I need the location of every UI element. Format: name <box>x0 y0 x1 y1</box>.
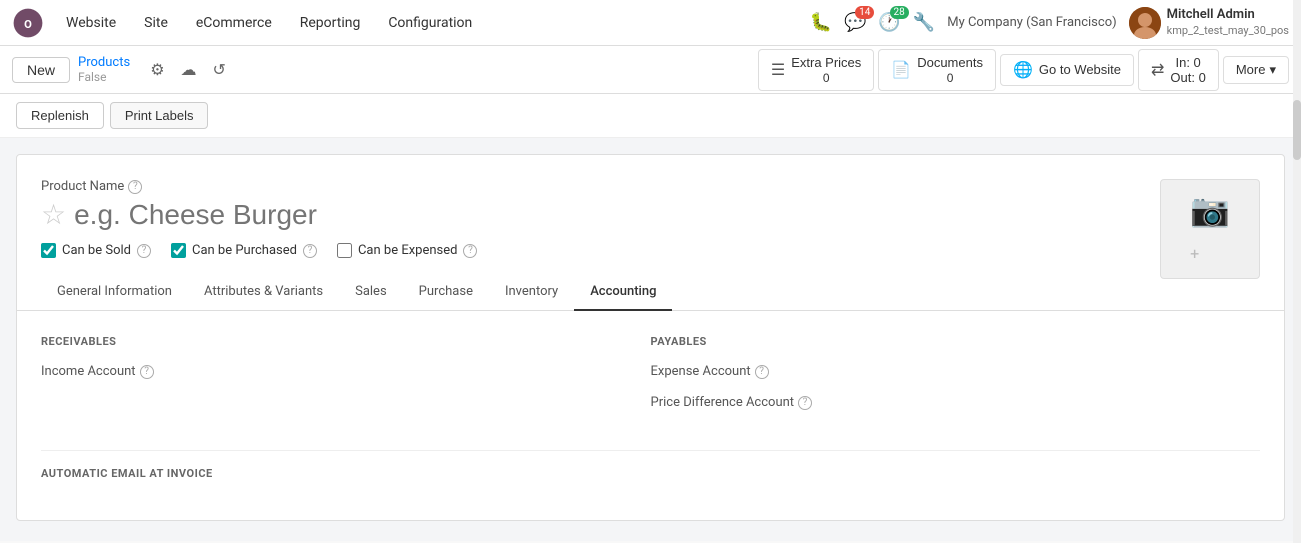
can-be-sold-checkbox[interactable] <box>41 243 56 258</box>
documents-button[interactable]: 📄 Documents 0 <box>878 49 996 91</box>
undo-icon[interactable]: ↺ <box>209 56 230 83</box>
cloud-icon[interactable]: ☁ <box>177 56 201 83</box>
tab-attributes[interactable]: Attributes & Variants <box>188 274 339 311</box>
replenish-button[interactable]: Replenish <box>16 102 104 129</box>
tab-accounting[interactable]: Accounting <box>574 274 672 311</box>
favorite-star-icon[interactable]: ☆ <box>41 198 66 231</box>
accounting-tab-content: RECEIVABLES Income Account ? PAYABLES Ex… <box>41 311 1260 480</box>
settings-icon[interactable]: ⚙ <box>146 56 168 83</box>
in-out-button[interactable]: ⇄ In: 0 Out: 0 <box>1138 49 1219 91</box>
auto-email-title: AUTOMATIC EMAIL AT INVOICE <box>41 467 1260 480</box>
main-content: 📷+ Product Name ? ☆ EN Can be Sold ? Can… <box>0 138 1301 541</box>
user-name: Mitchell Admin <box>1167 7 1289 24</box>
tab-purchase[interactable]: Purchase <box>403 274 489 311</box>
expense-account-help-icon[interactable]: ? <box>755 365 769 379</box>
can-be-expensed-help-icon[interactable]: ? <box>463 244 477 258</box>
product-name-help-icon[interactable]: ? <box>128 180 142 194</box>
user-details: Mitchell Admin kmp_2_test_may_30_pos <box>1167 7 1289 38</box>
chevron-down-icon: ▾ <box>1269 62 1276 78</box>
can-be-purchased-help-icon[interactable]: ? <box>303 244 317 258</box>
chat-badge: 14 <box>855 6 874 19</box>
can-be-sold-field: Can be Sold ? <box>41 243 151 258</box>
product-tabs: General Information Attributes & Variant… <box>17 274 1284 311</box>
in-out-label: In: 0 Out: 0 <box>1170 55 1205 85</box>
new-button[interactable]: New <box>12 57 70 83</box>
product-name-label: Product Name ? <box>41 179 1260 194</box>
can-be-sold-label: Can be Sold <box>62 243 131 258</box>
nav-ecommerce[interactable]: eCommerce <box>182 0 286 46</box>
nav-site[interactable]: Site <box>130 0 182 46</box>
can-be-expensed-checkbox[interactable] <box>337 243 352 258</box>
breadcrumb-products[interactable]: Products <box>78 55 130 70</box>
company-selector[interactable]: My Company (San Francisco) <box>947 15 1116 30</box>
receivables-title: RECEIVABLES <box>41 335 651 348</box>
scrollbar[interactable] <box>1293 0 1301 543</box>
product-name-row: ☆ EN <box>41 198 1260 231</box>
receivables-column: RECEIVABLES Income Account ? <box>41 335 651 426</box>
can-be-expensed-field: Can be Expensed ? <box>337 243 478 258</box>
list-icon: ☰ <box>771 60 785 80</box>
can-be-expensed-label: Can be Expensed <box>358 243 458 258</box>
activity-icon[interactable]: 🕐 28 <box>878 12 900 33</box>
tab-sales[interactable]: Sales <box>339 274 403 311</box>
can-be-purchased-label: Can be Purchased <box>192 243 297 258</box>
toolbar-actions: ☰ Extra Prices 0 📄 Documents 0 🌐 Go to W… <box>758 49 1289 91</box>
can-be-purchased-field: Can be Purchased ? <box>171 243 317 258</box>
user-menu[interactable]: Mitchell Admin kmp_2_test_may_30_pos <box>1129 7 1289 39</box>
extra-prices-label: Extra Prices 0 <box>791 55 861 85</box>
product-image-upload[interactable]: 📷+ <box>1160 179 1260 279</box>
extra-prices-button[interactable]: ☰ Extra Prices 0 <box>758 49 874 91</box>
payables-column: PAYABLES Expense Account ? Price Differe… <box>651 335 1261 426</box>
tab-general[interactable]: General Information <box>41 274 188 311</box>
income-account-field: Income Account ? <box>41 364 651 379</box>
top-nav: O Website Site eCommerce Reporting Confi… <box>0 0 1301 46</box>
income-account-label: Income Account ? <box>41 364 651 379</box>
print-labels-button[interactable]: Print Labels <box>110 102 209 129</box>
price-diff-account-label: Price Difference Account ? <box>651 395 1261 410</box>
documents-label: Documents 0 <box>917 55 983 85</box>
tab-inventory[interactable]: Inventory <box>489 274 574 311</box>
can-be-sold-help-icon[interactable]: ? <box>137 244 151 258</box>
user-sub: kmp_2_test_may_30_pos <box>1167 24 1289 38</box>
income-account-help-icon[interactable]: ? <box>140 365 154 379</box>
breadcrumb-sub: False <box>78 70 130 84</box>
more-label: More <box>1236 62 1266 77</box>
price-diff-account-field: Price Difference Account ? <box>651 395 1261 410</box>
svg-text:O: O <box>24 17 32 30</box>
nav-website[interactable]: Website <box>52 0 130 46</box>
go-to-website-button[interactable]: 🌐 Go to Website <box>1000 54 1134 86</box>
chat-icon[interactable]: 💬 14 <box>844 12 866 33</box>
transfer-icon: ⇄ <box>1151 60 1164 80</box>
wrench-icon[interactable]: 🔧 <box>913 12 935 33</box>
expense-account-label: Expense Account ? <box>651 364 1261 379</box>
scrollbar-thumb[interactable] <box>1293 100 1301 160</box>
secondary-toolbar: New Products False ⚙ ☁ ↺ ☰ Extra Prices … <box>0 46 1301 94</box>
price-diff-help-icon[interactable]: ? <box>798 396 812 410</box>
product-form: 📷+ Product Name ? ☆ EN Can be Sold ? Can… <box>16 154 1285 521</box>
top-nav-menu: Website Site eCommerce Reporting Configu… <box>52 0 486 46</box>
accounting-columns: RECEIVABLES Income Account ? PAYABLES Ex… <box>41 335 1260 426</box>
nav-reporting[interactable]: Reporting <box>286 0 375 46</box>
debug-icon[interactable]: 🐛 <box>810 12 832 33</box>
go-to-website-label: Go to Website <box>1039 62 1121 77</box>
can-be-purchased-checkbox[interactable] <box>171 243 186 258</box>
product-name-input[interactable] <box>74 199 1227 231</box>
top-nav-right: 🐛 💬 14 🕐 28 🔧 My Company (San Francisco)… <box>810 7 1289 39</box>
nav-configuration[interactable]: Configuration <box>374 0 486 46</box>
checkboxes-row: Can be Sold ? Can be Purchased ? Can be … <box>41 243 1260 258</box>
user-avatar <box>1129 7 1161 39</box>
more-button[interactable]: More ▾ <box>1223 56 1289 84</box>
company-name: My Company (San Francisco) <box>947 15 1116 30</box>
breadcrumb: Products False <box>78 55 130 84</box>
payables-title: PAYABLES <box>651 335 1261 348</box>
camera-icon: 📷+ <box>1190 191 1230 267</box>
document-icon: 📄 <box>891 60 911 80</box>
activity-badge: 28 <box>890 6 909 19</box>
globe-icon: 🌐 <box>1013 60 1033 80</box>
auto-email-section: AUTOMATIC EMAIL AT INVOICE <box>41 450 1260 480</box>
expense-account-field: Expense Account ? <box>651 364 1261 379</box>
action-bar: Replenish Print Labels <box>0 94 1301 138</box>
app-logo[interactable]: O <box>12 7 44 39</box>
